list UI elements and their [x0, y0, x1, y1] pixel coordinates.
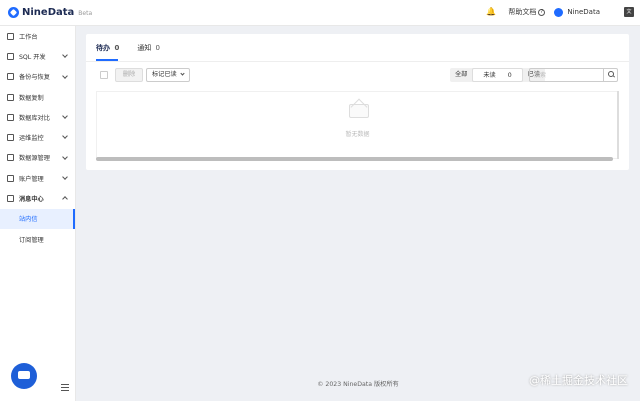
sidebar-subitem-label: 订阅管理 [19, 236, 44, 244]
tab-todo[interactable]: 待办 0 [96, 41, 119, 61]
question-icon: ? [538, 8, 546, 16]
sidebar-item-message-center[interactable]: 消息中心 [0, 188, 75, 208]
mark-read-label: 标记已读 [152, 71, 177, 78]
monitor-icon [7, 134, 14, 142]
empty-inbox-icon [349, 104, 369, 118]
sidebar-item-label: 备份与恢复 [19, 74, 50, 82]
message-toolbar: 删除 标记已读 全部 未读 0 已读 [100, 68, 620, 82]
sidebar-item-compare[interactable]: 数据库对比 [0, 107, 75, 127]
sidebar-item-replication[interactable]: 数据复制 [0, 87, 75, 107]
datasource-icon [7, 154, 14, 162]
search-input[interactable] [534, 70, 600, 80]
search-box [529, 68, 618, 82]
help-docs-label: 帮助文档 [508, 8, 537, 16]
chevron-down-icon [62, 133, 68, 140]
sidebar-item-label: 账户管理 [19, 175, 44, 183]
tab-count: 0 [155, 44, 161, 52]
chevron-down-icon [62, 52, 68, 59]
copy-icon [7, 93, 14, 101]
filter-unread[interactable]: 未读 0 [472, 68, 523, 82]
empty-state-text: 暂无数据 [345, 131, 370, 138]
sidebar-subitem-subscriptions[interactable]: 订阅管理 [0, 229, 75, 249]
sidebar-item-backup[interactable]: 备份与恢复 [0, 67, 75, 87]
sidebar-item-sql-dev[interactable]: SQL 开发 [0, 46, 75, 66]
translate-icon[interactable]: 文 [624, 7, 634, 17]
home-icon [7, 32, 14, 40]
watermark-text: @稀土掘金技术社区 [529, 374, 628, 387]
logo-icon [8, 7, 19, 18]
sidebar-item-workbench[interactable]: 工作台 [0, 26, 75, 46]
sidebar-item-label: 运维监控 [19, 135, 44, 143]
filter-unread-label: 未读 [483, 72, 496, 79]
user-name: NineData [567, 8, 600, 16]
message-tabs: 待办 0 通知 0 [96, 41, 178, 61]
sidebar-item-label: SQL 开发 [19, 53, 46, 61]
tab-notifications[interactable]: 通知 0 [137, 41, 160, 61]
tabs-divider [86, 61, 629, 62]
search-icon[interactable] [603, 69, 617, 81]
user-menu[interactable]: NineData [554, 7, 600, 17]
chevron-up-icon [62, 196, 68, 203]
sidebar-item-datasource[interactable]: 数据源管理 [0, 148, 75, 168]
message-icon [7, 195, 14, 203]
top-header: NineData Beta 🔔 帮助文档 ? NineData 文 [0, 0, 640, 26]
tab-label: 通知 [137, 44, 152, 52]
chevron-down-icon [62, 72, 68, 79]
sidebar-item-label: 数据库对比 [19, 114, 50, 122]
brand-name: NineData [22, 7, 75, 18]
chevron-down-icon [62, 153, 68, 160]
tab-label: 待办 [96, 44, 110, 52]
sidebar-item-label: 工作台 [19, 33, 38, 41]
filter-unread-count: 0 [507, 72, 512, 79]
tab-count: 0 [114, 44, 120, 52]
help-docs-link[interactable]: 帮助文档 ? [508, 7, 546, 17]
sidebar-item-label: 消息中心 [19, 196, 44, 204]
filter-all[interactable]: 全部 [450, 68, 472, 82]
compare-icon [7, 113, 14, 121]
beta-badge: Beta [78, 10, 93, 17]
mark-read-dropdown[interactable]: 标记已读 [146, 68, 190, 82]
header-actions: 🔔 帮助文档 ? NineData 文 [486, 7, 634, 17]
chevron-down-icon [62, 174, 68, 180]
sidebar-subitem-inbox[interactable]: 站内信 [0, 208, 75, 230]
delete-button[interactable]: 删除 [115, 68, 143, 82]
brand-logo[interactable]: NineData Beta [8, 7, 92, 18]
bell-icon[interactable]: 🔔 [486, 7, 496, 17]
sidebar-item-label: 数据源管理 [19, 155, 50, 163]
sql-icon [7, 52, 14, 60]
backup-icon [7, 73, 14, 81]
message-panel: 待办 0 通知 0 删除 标记已读 全部 未读 0 已读 暂无数据 [86, 34, 629, 170]
collapse-sidebar-icon[interactable] [61, 384, 69, 391]
sidebar-subitem-label: 站内信 [19, 216, 38, 224]
account-icon [7, 174, 14, 182]
message-list: 暂无数据 [96, 91, 619, 159]
chevron-down-icon [62, 113, 68, 120]
sidebar: 工作台 SQL 开发 备份与恢复 数据复制 数据库对比 运维监控 数据源管理 账… [0, 26, 76, 401]
chat-support-button[interactable] [11, 363, 37, 389]
horizontal-scrollbar[interactable] [96, 157, 613, 161]
sidebar-item-monitor[interactable]: 运维监控 [0, 127, 75, 147]
sidebar-item-label: 数据复制 [19, 94, 44, 102]
vertical-scrollbar[interactable] [617, 91, 619, 159]
sidebar-item-account[interactable]: 账户管理 [0, 168, 75, 188]
select-all-checkbox[interactable] [100, 71, 108, 79]
user-avatar [554, 7, 564, 17]
chevron-down-icon [180, 71, 185, 76]
